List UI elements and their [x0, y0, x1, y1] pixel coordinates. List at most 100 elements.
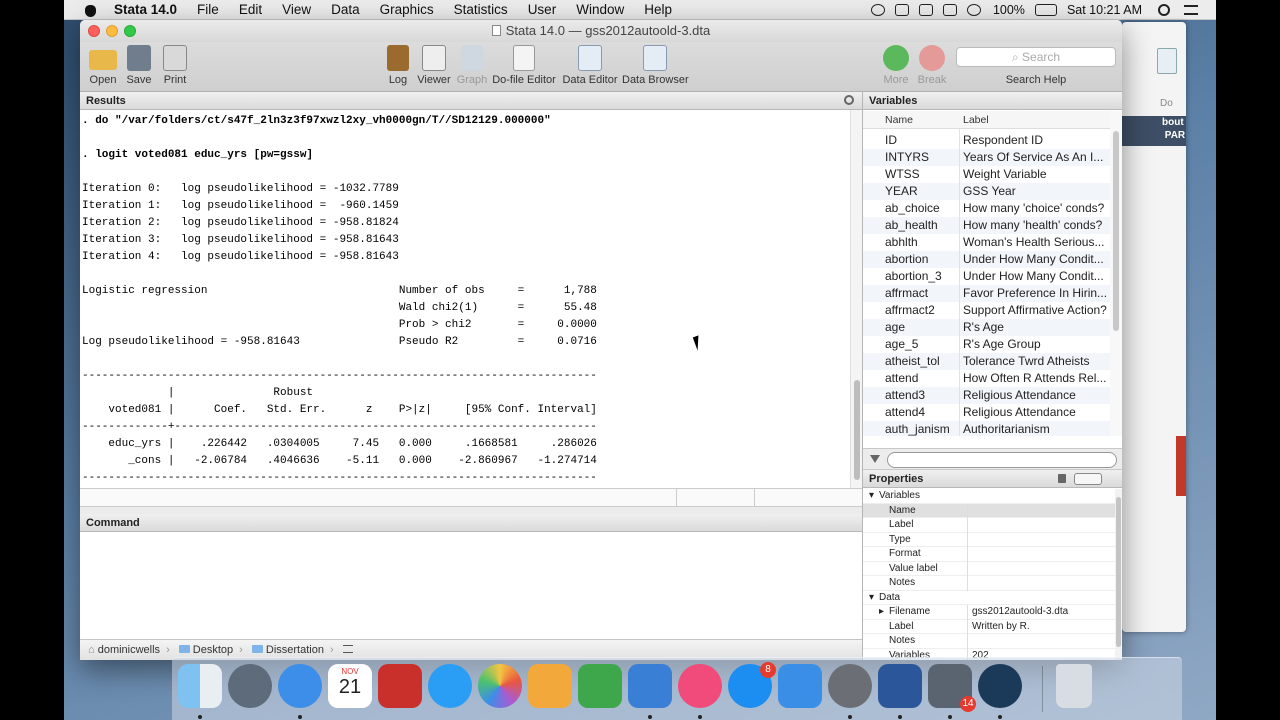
- properties-scroll-thumb[interactable]: [1116, 497, 1121, 647]
- properties-group-variables[interactable]: ▾ Variables: [863, 489, 1115, 504]
- variable-row[interactable]: abhlth Woman's Health Serious...: [863, 234, 1110, 251]
- break-button[interactable]: Break: [914, 42, 950, 92]
- spotlight-icon[interactable]: [1158, 4, 1170, 16]
- menu-window[interactable]: Window: [576, 0, 624, 20]
- variables-filter-input[interactable]: [887, 452, 1117, 468]
- notification-center-icon[interactable]: [1184, 5, 1198, 15]
- itunes-icon[interactable]: [678, 664, 722, 708]
- log-button[interactable]: Log: [378, 42, 418, 92]
- launchpad-icon[interactable]: [228, 664, 272, 708]
- menu-graphics[interactable]: Graphics: [380, 0, 434, 20]
- keynote-icon[interactable]: [628, 664, 672, 708]
- variable-row[interactable]: age R's Age: [863, 319, 1110, 336]
- menu-help[interactable]: Help: [644, 0, 672, 20]
- column-name[interactable]: Name: [885, 111, 913, 129]
- search-input[interactable]: ⌕ Search: [956, 47, 1116, 67]
- menu-statistics[interactable]: Statistics: [454, 0, 508, 20]
- variable-row[interactable]: YEAR GSS Year: [863, 183, 1110, 200]
- close-window-button[interactable]: [88, 25, 100, 37]
- more-button[interactable]: More: [878, 42, 914, 92]
- property-row[interactable]: Value label: [863, 561, 1115, 576]
- data-editor-button[interactable]: Data Editor: [560, 42, 620, 92]
- variable-row[interactable]: ab_health How many 'health' conds?: [863, 217, 1110, 234]
- save-button[interactable]: Save: [120, 42, 158, 92]
- do-file-icon[interactable]: [1157, 48, 1177, 74]
- photos-icon[interactable]: [478, 664, 522, 708]
- menu-file[interactable]: File: [197, 0, 219, 20]
- safari-icon[interactable]: [278, 664, 322, 708]
- open-button[interactable]: Open: [84, 42, 122, 92]
- apple-menu-icon[interactable]: [82, 3, 100, 17]
- messages-icon[interactable]: [428, 664, 472, 708]
- pages-icon[interactable]: [528, 664, 572, 708]
- variable-row[interactable]: age_5 R's Age Group: [863, 336, 1110, 353]
- trash-icon[interactable]: [1056, 664, 1092, 708]
- finder-icon[interactable]: [178, 664, 222, 708]
- system-preferences-icon[interactable]: [828, 664, 872, 708]
- column-label[interactable]: Label: [963, 111, 989, 129]
- battery-percent[interactable]: 100%: [993, 3, 1025, 17]
- mail-icon[interactable]: [942, 4, 957, 16]
- property-row[interactable]: Format: [863, 547, 1115, 562]
- variable-row[interactable]: ab_choice How many 'choice' conds?: [863, 200, 1110, 217]
- list-icon[interactable]: [342, 645, 353, 653]
- menu-view[interactable]: View: [282, 0, 311, 20]
- variable-row[interactable]: affrmact Favor Preference In Hirin...: [863, 285, 1110, 302]
- word-icon[interactable]: [878, 664, 922, 708]
- variable-row[interactable]: attend3 Religious Attendance: [863, 387, 1110, 404]
- property-row[interactable]: Label: [863, 518, 1115, 533]
- battery-icon[interactable]: [1034, 4, 1057, 16]
- dropbox-icon[interactable]: [918, 4, 933, 16]
- variables-table[interactable]: Name Label ID Respondent ID INTYRS Years Of…: [863, 111, 1110, 436]
- wifi-icon[interactable]: [966, 4, 981, 16]
- variable-row[interactable]: ID Respondent ID: [863, 132, 1110, 149]
- viewer-button[interactable]: Viewer: [414, 42, 454, 92]
- variables-scrollbar[interactable]: [1110, 111, 1122, 436]
- minimize-window-button[interactable]: [106, 25, 118, 37]
- variable-row[interactable]: atheist_tol Tolerance Twrd Atheists: [863, 353, 1110, 370]
- disclosure-triangle-icon[interactable]: ▾: [869, 489, 874, 504]
- menu-user[interactable]: User: [528, 0, 557, 20]
- graph-button[interactable]: Graph: [452, 42, 492, 92]
- menu-edit[interactable]: Edit: [239, 0, 262, 20]
- prev-next-arrows[interactable]: [1074, 473, 1102, 485]
- variables-scroll-thumb[interactable]: [1113, 131, 1119, 331]
- pane-splitter[interactable]: [80, 506, 862, 514]
- variable-row[interactable]: WTSS Weight Variable: [863, 166, 1110, 183]
- variable-row[interactable]: abortion Under How Many Condit...: [863, 251, 1110, 268]
- variable-row[interactable]: attend How Often R Attends Rel...: [863, 370, 1110, 387]
- disclosure-triangle-icon[interactable]: ▾: [869, 591, 874, 606]
- print-button[interactable]: Print: [156, 42, 194, 92]
- variable-row[interactable]: auth_janism Authoritarianism: [863, 421, 1110, 436]
- data-browser-button[interactable]: Data Browser: [622, 42, 689, 92]
- calendar-icon[interactable]: NOV 21: [328, 664, 372, 708]
- filter-icon[interactable]: [870, 455, 880, 463]
- properties-grid[interactable]: ▾ Variables Name Label Type Format Value label…: [863, 489, 1115, 660]
- clock[interactable]: Sat 10:21 AM: [1067, 3, 1142, 17]
- record-icon[interactable]: [870, 4, 885, 16]
- property-row[interactable]: Name: [863, 503, 1115, 518]
- lock-icon[interactable]: [1058, 474, 1066, 483]
- airmail-icon[interactable]: [378, 664, 422, 708]
- properties-scrollbar[interactable]: [1115, 489, 1122, 660]
- property-row[interactable]: Type: [863, 532, 1115, 547]
- variable-row[interactable]: attend4 Religious Attendance: [863, 404, 1110, 421]
- property-row[interactable]: Notes: [863, 634, 1115, 649]
- dofile-editor-button[interactable]: Do-file Editor: [490, 42, 558, 92]
- property-row[interactable]: Notes: [863, 576, 1115, 591]
- menu-app[interactable]: Stata 14.0: [114, 0, 177, 20]
- path-crumb-home[interactable]: ⌂ dominicwells: [88, 640, 160, 660]
- results-scroll-thumb[interactable]: [854, 380, 860, 480]
- upload-icon[interactable]: [894, 4, 909, 16]
- disclosure-triangle-icon[interactable]: ▸: [879, 605, 884, 620]
- properties-group-data[interactable]: ▾ Data: [863, 591, 1115, 606]
- variable-row[interactable]: abortion_3 Under How Many Condit...: [863, 268, 1110, 285]
- results-scrollbar[interactable]: [850, 110, 862, 488]
- variable-row[interactable]: INTYRS Years Of Service As An I...: [863, 149, 1110, 166]
- title-bar[interactable]: Stata 14.0 — gss2012autoold-3.dta: [80, 20, 1122, 42]
- command-input[interactable]: [80, 533, 862, 639]
- dropbox-dock-icon[interactable]: [778, 664, 822, 708]
- property-row[interactable]: Label Written by R.: [863, 619, 1115, 634]
- results-search-icon[interactable]: [844, 95, 854, 105]
- menu-data[interactable]: Data: [331, 0, 360, 20]
